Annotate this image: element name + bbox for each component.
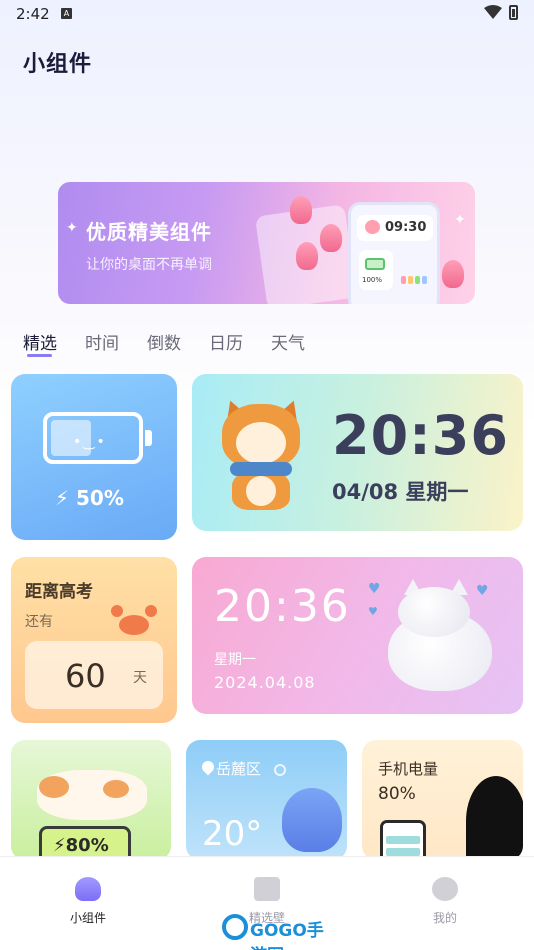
battery-cap [145, 430, 152, 446]
phone-preview: 09:30 100% [348, 202, 440, 304]
battery-percent: ⚡ 50% [55, 486, 124, 510]
tulip-icon [442, 260, 464, 288]
countdown-number: 60 [65, 657, 106, 695]
watermark-logo: GOGO手游网 [222, 912, 332, 950]
dog-clock-widget-card[interactable]: 20:36 04/08 星期一 [192, 374, 523, 531]
sparkle-icon: ✦ [66, 220, 78, 236]
cat-head [398, 587, 470, 637]
profile-icon [432, 877, 458, 901]
widget-icon [75, 877, 101, 901]
wifi-icon [484, 5, 502, 19]
cat-battery-percent: ⚡80% [53, 835, 109, 856]
countdown-box: 60 天 [25, 641, 163, 709]
battery-widget-card[interactable]: •‿• ⚡ 50% [11, 374, 177, 540]
status-bar: 2:42 A [0, 0, 534, 28]
nav-widgets[interactable]: 小组件 [48, 877, 128, 926]
countdown-unit: 天 [133, 670, 147, 686]
preview-battery-widget: 100% [359, 250, 393, 290]
weather-widget-card[interactable]: 岳麓区 20° [186, 740, 347, 860]
promo-banner[interactable]: ✦ 优质精美组件 让你的桌面不再单调 09:30 100% ✦ [58, 182, 475, 304]
heart-icon: ♥ [368, 581, 381, 597]
wallpaper-icon [254, 877, 280, 901]
banner-title: 优质精美组件 [86, 220, 212, 244]
weather-temperature: 20° [202, 814, 263, 854]
status-time: 2:42 [16, 5, 50, 23]
tulip-icon [296, 242, 318, 270]
preview-time-widget: 09:30 [357, 215, 433, 241]
tab-calendar[interactable]: 日历 [209, 329, 243, 354]
page-title: 小组件 [23, 52, 93, 77]
weather-location: 岳麓区 [216, 760, 262, 778]
pink-clock-date: 2024.04.08 [214, 673, 316, 692]
tab-indicator [27, 354, 52, 357]
tab-featured[interactable]: 精选 [23, 329, 57, 354]
watermark-icon [222, 914, 248, 940]
clock-date: 04/08 星期一 [332, 480, 469, 504]
tulip-icon [320, 224, 342, 252]
color-dot [401, 276, 406, 284]
clock-time: 20:36 [332, 404, 509, 467]
phone-battery-widget-card[interactable]: 手机电量 80% [362, 740, 523, 860]
heart-icon: ♥ [368, 605, 378, 618]
tab-countdown[interactable]: 倒数 [147, 329, 181, 354]
notification-icon: A [61, 8, 72, 19]
nav-profile-label: 我的 [432, 911, 457, 925]
pink-clock-time: 20:36 [214, 581, 351, 632]
tab-time[interactable]: 时间 [85, 329, 119, 354]
preview-battery-label: 100% [362, 276, 383, 284]
countdown-widget-card[interactable]: 距离高考 还有 60 天 [11, 557, 177, 723]
sparkle-icon: ✦ [454, 212, 466, 228]
countdown-title: 距离高考 [25, 582, 93, 602]
banner-subtitle: 让你的桌面不再单调 [86, 257, 212, 273]
tab-weather[interactable]: 天气 [271, 329, 305, 354]
color-dot [408, 276, 413, 284]
phone-battery-title: 手机电量 [378, 760, 439, 778]
watermark-text: GOGO手游网 [250, 921, 324, 950]
dolphin-illustration [282, 788, 342, 852]
black-cat-illustration [466, 776, 523, 860]
color-dot [415, 276, 420, 284]
cat-battery-widget-card[interactable]: ⚡80% [11, 740, 171, 860]
nav-widgets-label: 小组件 [69, 911, 106, 925]
phone-battery-percent: 80% [378, 784, 416, 804]
battery-icon [365, 258, 385, 270]
preview-time: 09:30 [385, 220, 427, 235]
tulip-icon [290, 196, 312, 224]
pink-clock-weekday: 星期一 [214, 652, 256, 668]
heart-icon: ♥ [476, 583, 489, 599]
preview-blocks [399, 250, 433, 290]
battery-status-icon [509, 5, 518, 20]
bubble-icon [274, 764, 286, 776]
crab-icon [111, 605, 157, 635]
battery-face: •‿• [73, 434, 107, 450]
nav-profile[interactable]: 我的 [405, 877, 485, 926]
shiba-dog-illustration [218, 396, 306, 512]
cat-clock-widget-card[interactable]: 20:36 星期一 2024.04.08 ♥ ♥ ♥ [192, 557, 523, 714]
paw-icon [365, 220, 380, 234]
countdown-still-label: 还有 [25, 614, 53, 630]
color-dot [422, 276, 427, 284]
